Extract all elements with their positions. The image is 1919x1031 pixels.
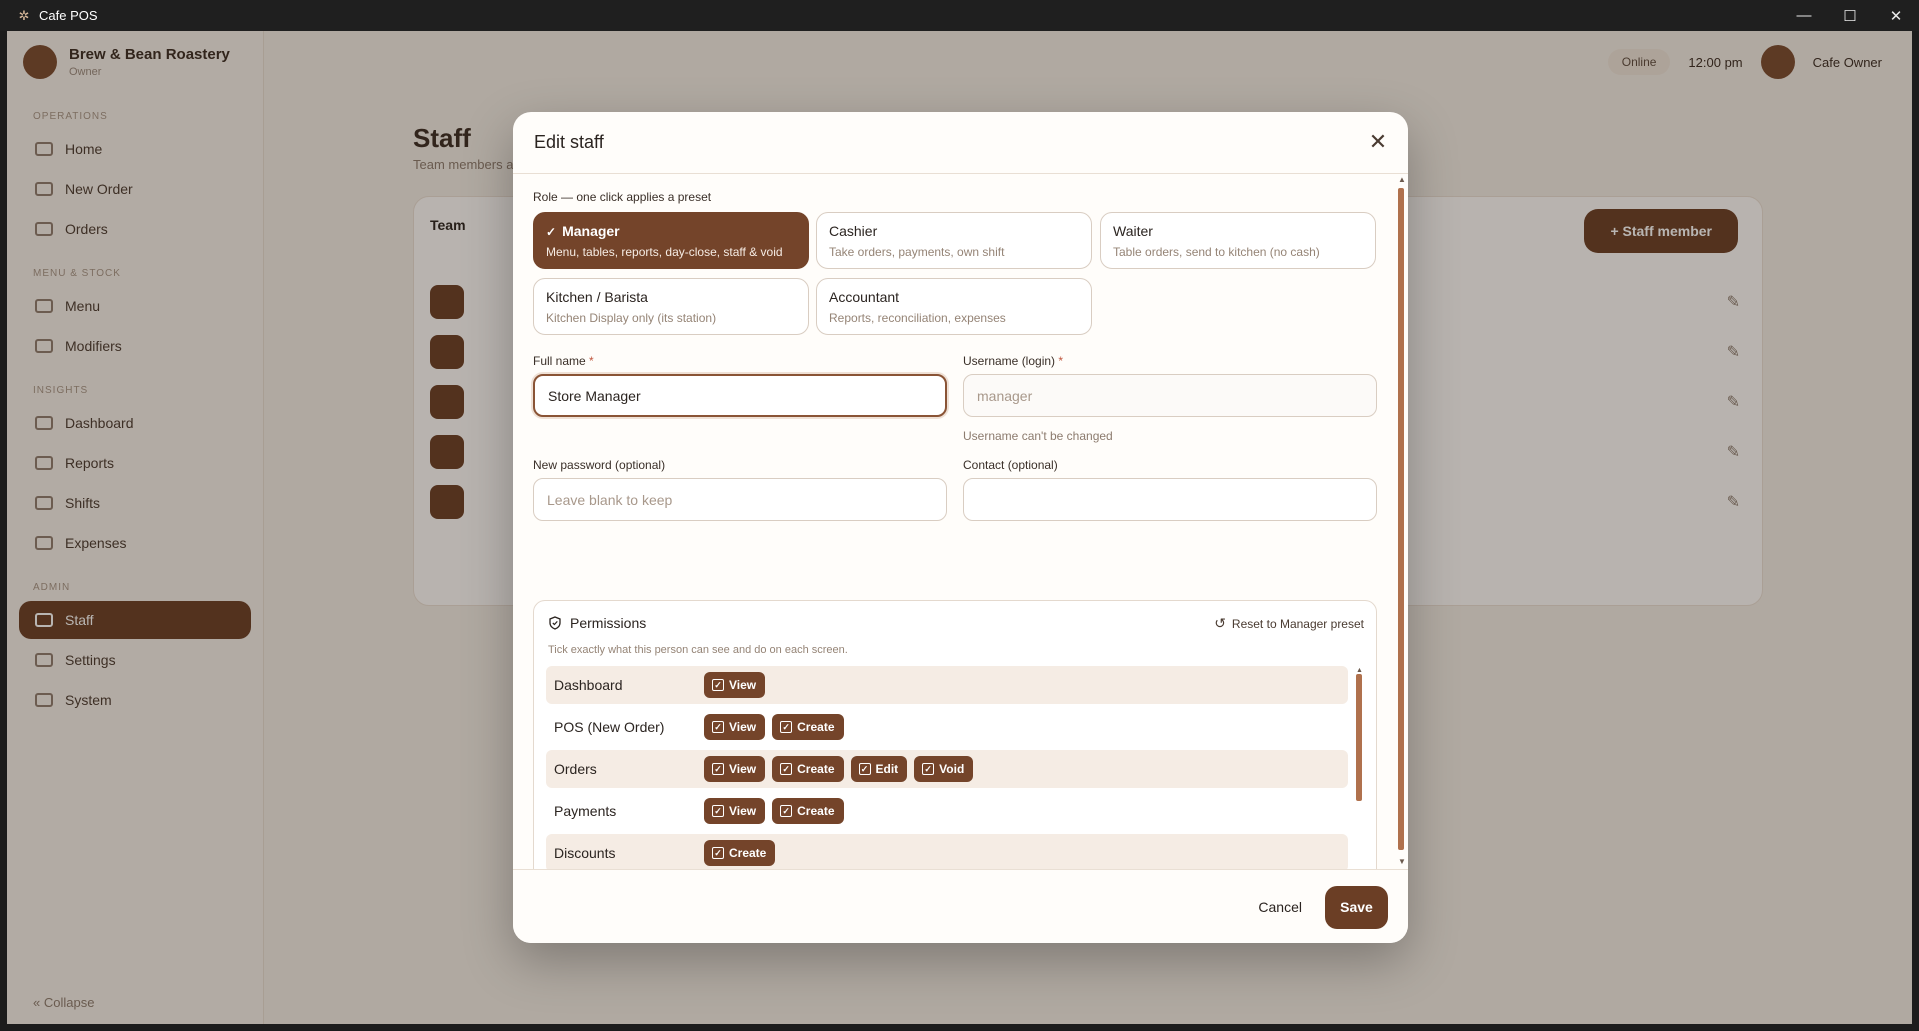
checkbox-checked-icon: ✓ (712, 721, 724, 733)
save-button[interactable]: Save (1325, 886, 1388, 929)
checkbox-checked-icon: ✓ (712, 679, 724, 691)
permission-label: View (729, 804, 757, 818)
dialog-title: Edit staff (534, 132, 604, 152)
reset-icon: ↺ (1214, 615, 1226, 631)
contact-field[interactable] (963, 478, 1377, 521)
edit-staff-dialog: Edit staff ✕ ▲ ▼ Role — one click applie… (513, 112, 1408, 943)
checkbox-checked-icon: ✓ (780, 805, 793, 817)
permission-checkbox-create[interactable]: ✓ Create (704, 840, 776, 866)
permission-checkbox-view[interactable]: ✓ View (704, 798, 766, 824)
permissions-list: Dashboard ✓ View POS (New Order) ✓ View ✓ Creat… (546, 666, 1348, 869)
dialog-body: ▲ ▼ Role — one click applies a preset ✓ M… (513, 174, 1408, 869)
reset-preset-button[interactable]: ↺ Reset to Manager preset (1214, 615, 1364, 632)
permission-label: Create (729, 846, 767, 860)
scroll-up-icon[interactable]: ▲ (1398, 176, 1406, 184)
checkbox-checked-icon: ✓ (858, 763, 871, 775)
required-mark: * (589, 354, 594, 368)
window-titlebar: ✲ Cafe POS — ☐ ✕ (0, 0, 1919, 31)
permission-checkbox-create[interactable]: ✓ Create (772, 756, 844, 782)
role-option-kitchen-barista[interactable]: Kitchen / Barista Kitchen Display only (… (533, 278, 809, 335)
permission-screen-name: POS (New Order) (554, 719, 665, 735)
reset-label: Reset to Manager preset (1231, 616, 1364, 631)
role-name: Waiter (1113, 223, 1153, 239)
perm-scroll-up-icon[interactable]: ▲ (1356, 667, 1363, 674)
role-option-cashier[interactable]: Cashier Take orders, payments, own shift (816, 212, 1092, 269)
permission-row: POS (New Order) ✓ View ✓ Create (546, 708, 1348, 746)
dialog-scrollbar[interactable] (1398, 188, 1404, 850)
role-name: Accountant (829, 289, 900, 305)
role-desc: Kitchen Display only (its station) (546, 311, 717, 325)
permission-label: Create (797, 720, 835, 734)
dialog-header: Edit staff ✕ (513, 112, 1408, 174)
minimize-icon[interactable]: — (1781, 0, 1827, 31)
checkbox-checked-icon: ✓ (712, 847, 724, 859)
app-logo-icon: ✲ (18, 7, 30, 23)
role-label: Role — one click applies a preset (533, 190, 712, 204)
role-option-manager[interactable]: ✓ Manager Menu, tables, reports, day-clos… (533, 212, 809, 269)
permission-label: View (729, 720, 757, 734)
permission-checkbox-view[interactable]: ✓ View (704, 672, 766, 698)
checkbox-checked-icon: ✓ (712, 763, 724, 775)
permission-checkbox-void[interactable]: ✓ Void (914, 756, 974, 782)
permission-checkbox-view[interactable]: ✓ View (704, 756, 766, 782)
username-label: Username (login) * (963, 354, 1064, 368)
checkbox-checked-icon: ✓ (780, 763, 793, 775)
permissions-title: Permissions (570, 615, 647, 631)
permission-screen-name: Orders (554, 761, 597, 777)
permissions-subtitle: Tick exactly what this person can see an… (548, 644, 848, 656)
window-title: Cafe POS (39, 8, 98, 23)
checkbox-checked-icon: ✓ (712, 805, 724, 817)
permission-checkbox-create[interactable]: ✓ Create (772, 798, 844, 824)
role-desc: Menu, tables, reports, day-close, staff … (546, 245, 783, 259)
permission-checkbox-create[interactable]: ✓ Create (772, 714, 844, 740)
checkbox-checked-icon: ✓ (780, 721, 793, 733)
username-field (963, 374, 1377, 417)
permission-row: Payments ✓ View ✓ Create (546, 792, 1348, 830)
role-desc: Table orders, send to kitchen (no cash) (1113, 245, 1320, 259)
new-password-label: New password (optional) (533, 458, 666, 472)
required-mark: * (1058, 354, 1064, 368)
maximize-icon[interactable]: ☐ (1827, 0, 1873, 31)
permission-label: Edit (875, 762, 899, 776)
close-icon[interactable]: ✕ (1366, 130, 1390, 154)
permission-screen-name: Discounts (554, 845, 616, 861)
permission-label: Create (797, 804, 835, 818)
role-option-waiter[interactable]: Waiter Table orders, send to kitchen (no… (1100, 212, 1376, 269)
dialog-footer: Cancel Save (513, 869, 1408, 943)
permission-label: View (729, 762, 757, 776)
checkbox-checked-icon: ✓ (922, 763, 935, 775)
new-password-field[interactable] (533, 478, 947, 521)
permission-row: Discounts ✓ Create (546, 834, 1348, 869)
permission-checkbox-edit[interactable]: ✓ Edit (850, 756, 908, 782)
permission-label: Void (939, 762, 965, 776)
role-name: Kitchen / Barista (546, 289, 648, 305)
full-name-label: Full name * (533, 354, 594, 368)
permission-checkbox-view[interactable]: ✓ View (704, 714, 766, 740)
shield-icon (549, 616, 561, 630)
role-name: Manager (562, 223, 620, 239)
role-desc: Take orders, payments, own shift (829, 245, 1005, 259)
permissions-scrollbar[interactable] (1356, 674, 1362, 801)
check-icon: ✓ (546, 225, 557, 239)
permission-row: Dashboard ✓ View (546, 666, 1348, 704)
role-name: Cashier (829, 223, 878, 239)
cancel-button[interactable]: Cancel (1246, 889, 1314, 925)
permission-screen-name: Dashboard (554, 677, 623, 693)
permissions-panel: Permissions ↺ Reset to Manager preset Ti… (533, 600, 1377, 869)
permission-row: Orders ✓ View ✓ Create ✓ Edit ✓ Void (546, 750, 1348, 788)
full-name-field[interactable] (533, 374, 947, 417)
role-option-accountant[interactable]: Accountant Reports, reconciliation, expe… (816, 278, 1092, 335)
permission-label: Create (797, 762, 835, 776)
close-window-icon[interactable]: ✕ (1873, 0, 1919, 31)
permission-label: View (729, 678, 757, 692)
contact-label: Contact (optional) (963, 458, 1058, 472)
role-desc: Reports, reconciliation, expenses (829, 311, 1006, 325)
scroll-down-icon[interactable]: ▼ (1398, 858, 1406, 866)
window-controls: — ☐ ✕ (1781, 0, 1919, 31)
permission-screen-name: Payments (554, 803, 617, 819)
username-hint: Username can't be changed (963, 429, 1113, 443)
